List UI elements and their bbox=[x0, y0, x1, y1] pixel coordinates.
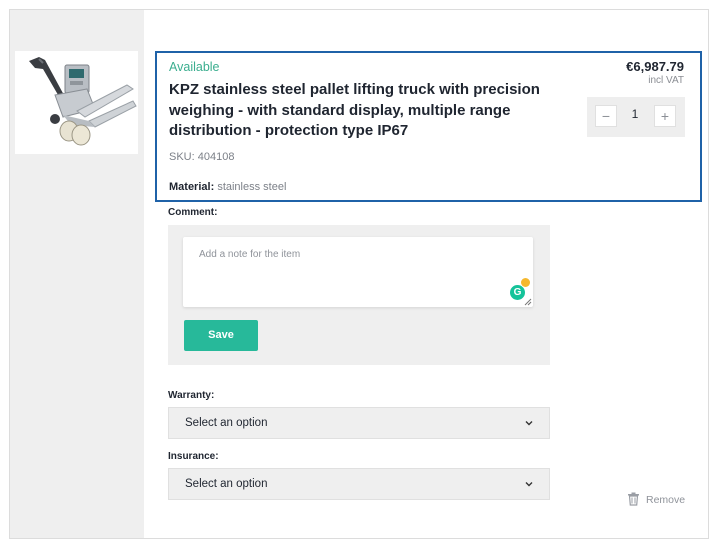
quantity-value[interactable]: 1 bbox=[623, 107, 647, 121]
insurance-select[interactable]: Select an option bbox=[168, 468, 550, 500]
resize-grip-icon[interactable] bbox=[524, 298, 532, 306]
grammarly-icon[interactable]: G bbox=[510, 285, 525, 300]
item-note-textarea[interactable] bbox=[183, 237, 533, 307]
chevron-down-icon bbox=[525, 482, 533, 487]
comment-label: Comment: bbox=[168, 207, 218, 218]
save-comment-button[interactable]: Save bbox=[184, 320, 258, 351]
vat-note: incl VAT bbox=[648, 75, 684, 86]
product-material: Material: stainless steel bbox=[169, 181, 286, 193]
grammarly-alert-badge bbox=[521, 278, 530, 287]
product-price: €6,987.79 bbox=[626, 59, 684, 74]
availability-status: Available bbox=[169, 60, 220, 74]
warranty-selected-value: Select an option bbox=[185, 417, 268, 429]
comment-panel: G Save bbox=[168, 225, 550, 365]
pallet-truck-image bbox=[15, 51, 138, 154]
warranty-label: Warranty: bbox=[168, 390, 215, 401]
quantity-stepper: − 1 + bbox=[587, 97, 685, 137]
product-sku: SKU: 404108 bbox=[169, 151, 235, 163]
product-card: Available KPZ stainless steel pallet lif… bbox=[155, 51, 702, 202]
insurance-selected-value: Select an option bbox=[185, 478, 268, 490]
material-value: stainless steel bbox=[217, 181, 287, 193]
insurance-label: Insurance: bbox=[168, 451, 219, 462]
warranty-select[interactable]: Select an option bbox=[168, 407, 550, 439]
chevron-down-icon bbox=[525, 421, 533, 426]
quantity-decrease-button[interactable]: − bbox=[595, 105, 617, 127]
product-image[interactable] bbox=[15, 51, 138, 154]
product-title[interactable]: KPZ stainless steel pallet lifting truck… bbox=[169, 80, 561, 142]
material-label: Material: bbox=[169, 181, 215, 193]
trash-icon bbox=[628, 492, 639, 506]
remove-label: Remove bbox=[646, 494, 686, 506]
quantity-increase-button[interactable]: + bbox=[654, 105, 676, 127]
